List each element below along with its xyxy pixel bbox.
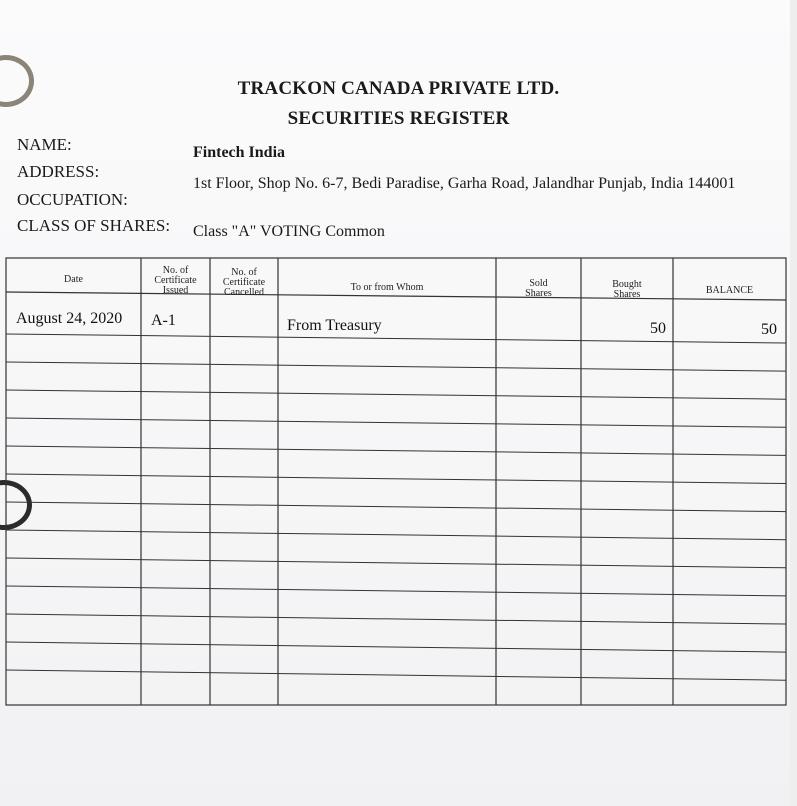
- col-header-bought: Bought Shares: [612, 279, 642, 300]
- row-divider: [5, 389, 787, 400]
- row-divider: [5, 529, 787, 541]
- row-divider: [5, 333, 787, 344]
- row1-date: August 24, 2020: [16, 310, 123, 327]
- row-divider: [5, 445, 787, 456]
- col-header-cert-issued: No. of Certificate Issued: [154, 265, 197, 296]
- row1-cert-issued: A-1: [151, 312, 176, 329]
- row1-balance: 50: [761, 321, 777, 338]
- row-divider: [5, 473, 787, 484]
- register-page: TRACKON CANADA PRIVATE LTD. SECURITIES R…: [0, 0, 790, 806]
- row-divider: [5, 613, 787, 625]
- table-border: [5, 257, 787, 706]
- col-header-party: To or from Whom: [350, 282, 424, 293]
- row-divider: [5, 585, 787, 597]
- row-divider: [5, 557, 787, 569]
- row-divider: [5, 417, 787, 428]
- col-header-cert-cancelled: No. of Certificate Cancelled: [222, 267, 266, 298]
- row1-bought: 50: [650, 320, 666, 337]
- row-divider: [5, 641, 787, 653]
- row-divider: [5, 501, 787, 513]
- row-divider: [5, 669, 787, 681]
- col-header-balance: BALANCE: [705, 285, 754, 296]
- col-header-sold: Sold Shares: [525, 278, 552, 299]
- row1-party: From Treasury: [287, 317, 382, 334]
- col-header-date: Date: [64, 274, 83, 285]
- row-divider: [5, 361, 787, 372]
- register-table-grid: [5, 257, 787, 706]
